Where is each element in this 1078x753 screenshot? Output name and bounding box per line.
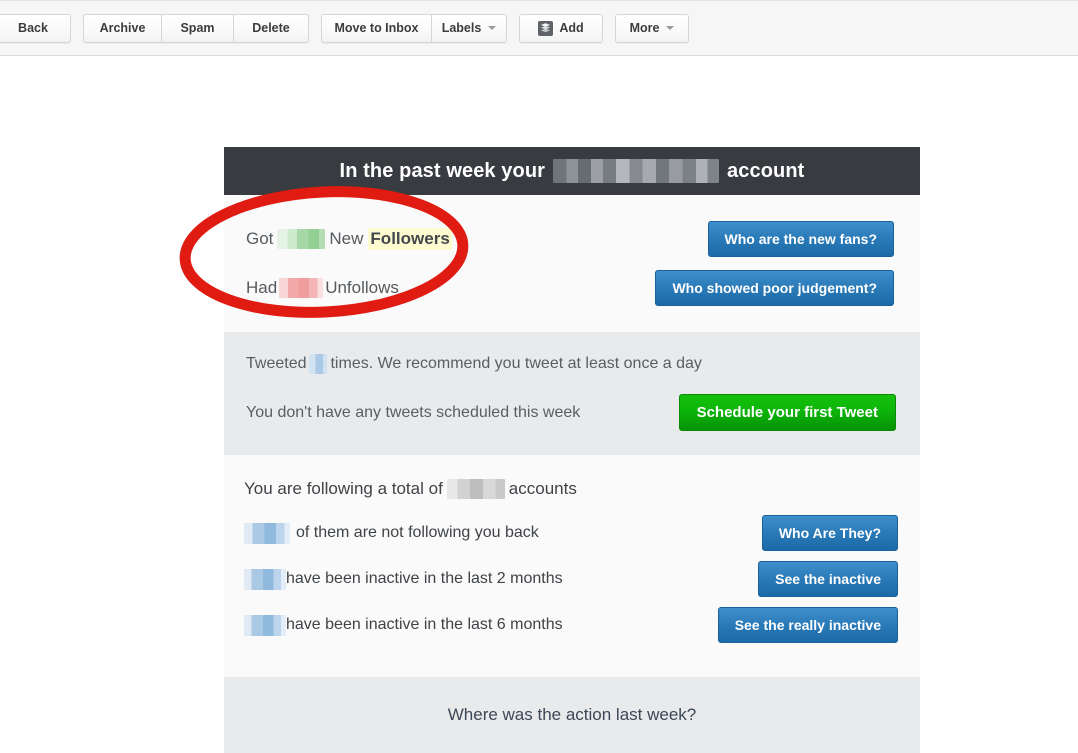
toolbar-group-more: More: [615, 13, 689, 43]
not-following-back-label: of them are not following you back: [296, 524, 539, 541]
add-button[interactable]: Add: [519, 13, 603, 43]
redacted-tweet-count: [309, 354, 328, 374]
mail-toolbar: Back Archive Spam Delete Move to Inbox L…: [0, 0, 1078, 56]
email-footer-section: Where was the action last week?: [224, 677, 920, 753]
who-showed-poor-judgement-button[interactable]: Who showed poor judgement?: [655, 270, 894, 306]
archive-button[interactable]: Archive: [83, 13, 161, 43]
redacted-not-following-back-count: [244, 522, 290, 544]
tweet-count-suffix: times. We recommend you tweet at least o…: [330, 355, 702, 372]
tweet-count-line: Tweeted times. We recommend you tweet at…: [246, 354, 896, 374]
back-button[interactable]: Back: [0, 13, 71, 43]
unfollows-middle: Unfollows: [325, 278, 399, 297]
redacted-account-name: [553, 159, 720, 183]
schedule-first-tweet-button[interactable]: Schedule your first Tweet: [678, 394, 896, 431]
followers-section: Got New Followers Who are the new fans? …: [224, 195, 920, 332]
unfollows-row: Had Unfollows Who showed poor judgement?: [246, 270, 894, 306]
following-total-prefix: You are following a total of: [244, 479, 443, 498]
inactive-6-months-label: have been inactive in the last 6 months: [286, 616, 563, 633]
inactive-2-months-row: have been inactive in the last 2 months …: [244, 561, 898, 597]
chevron-down-icon: [666, 26, 675, 30]
see-the-really-inactive-button[interactable]: See the really inactive: [717, 607, 898, 643]
add-button-label: Add: [559, 21, 584, 35]
who-are-they-button[interactable]: Who Are They?: [761, 515, 898, 551]
labels-button[interactable]: Labels: [431, 13, 507, 43]
delete-button[interactable]: Delete: [233, 13, 309, 43]
schedule-tweet-row: You don't have any tweets scheduled this…: [246, 394, 896, 431]
new-followers-text: Got New Followers: [246, 228, 452, 250]
redacted-unfollows-count: [279, 278, 324, 298]
new-followers-row: Got New Followers Who are the new fans?: [246, 221, 894, 257]
spam-button[interactable]: Spam: [161, 13, 233, 43]
following-section: You are following a total of accounts of…: [224, 455, 920, 677]
redacted-inactive-6-months-count: [244, 614, 286, 636]
move-to-inbox-button-label: Move to Inbox: [334, 21, 419, 35]
toolbar-group-move-labels: Move to Inbox Labels: [321, 13, 507, 43]
email-header-banner: In the past week your account: [224, 147, 920, 195]
new-followers-prefix: Got: [246, 229, 274, 248]
not-following-back-row: of them are not following you back Who A…: [244, 515, 898, 551]
spam-button-label: Spam: [180, 21, 215, 35]
redacted-inactive-2-months-count: [244, 568, 286, 590]
following-total-line: You are following a total of accounts: [244, 479, 898, 499]
tweet-count-prefix: Tweeted: [246, 355, 307, 372]
unfollows-prefix: Had: [246, 278, 278, 297]
email-body: In the past week your account Got New Fo…: [224, 147, 920, 753]
no-scheduled-tweets-text: You don't have any tweets scheduled this…: [246, 403, 581, 421]
inactive-6-months-row: have been inactive in the last 6 months …: [244, 607, 898, 643]
followers-highlight: Followers: [368, 228, 452, 250]
inactive-2-months-text: have been inactive in the last 2 months: [244, 568, 563, 590]
see-the-inactive-button[interactable]: See the inactive: [758, 561, 898, 597]
redacted-following-total: [446, 479, 505, 499]
back-button-label: Back: [18, 21, 48, 35]
unfollows-text: Had Unfollows: [246, 278, 399, 298]
more-button[interactable]: More: [615, 13, 689, 43]
who-are-the-new-fans-button[interactable]: Who are the new fans?: [707, 221, 894, 257]
following-total-suffix: accounts: [508, 479, 577, 498]
email-header-suffix: account: [727, 159, 805, 182]
new-followers-middle: New: [329, 229, 364, 248]
toolbar-group-back: Back: [0, 13, 71, 43]
chevron-down-icon: [488, 26, 497, 30]
where-was-the-action-link[interactable]: Where was the action last week?: [448, 705, 697, 725]
not-following-back-text: of them are not following you back: [244, 522, 539, 544]
email-header-prefix: In the past week your: [339, 159, 546, 182]
delete-button-label: Delete: [252, 21, 290, 35]
inactive-6-months-text: have been inactive in the last 6 months: [244, 614, 563, 636]
toolbar-group-mail-actions: Archive Spam Delete: [83, 13, 309, 43]
move-to-inbox-button[interactable]: Move to Inbox: [321, 13, 431, 43]
labels-button-label: Labels: [441, 21, 482, 35]
inactive-2-months-label: have been inactive in the last 2 months: [286, 570, 563, 587]
stack-layers-icon: [538, 20, 554, 36]
more-button-label: More: [629, 21, 660, 35]
archive-button-label: Archive: [99, 21, 146, 35]
tweets-section: Tweeted times. We recommend you tweet at…: [224, 332, 920, 455]
redacted-new-followers-count: [277, 229, 326, 249]
toolbar-group-add: Add: [519, 13, 603, 43]
